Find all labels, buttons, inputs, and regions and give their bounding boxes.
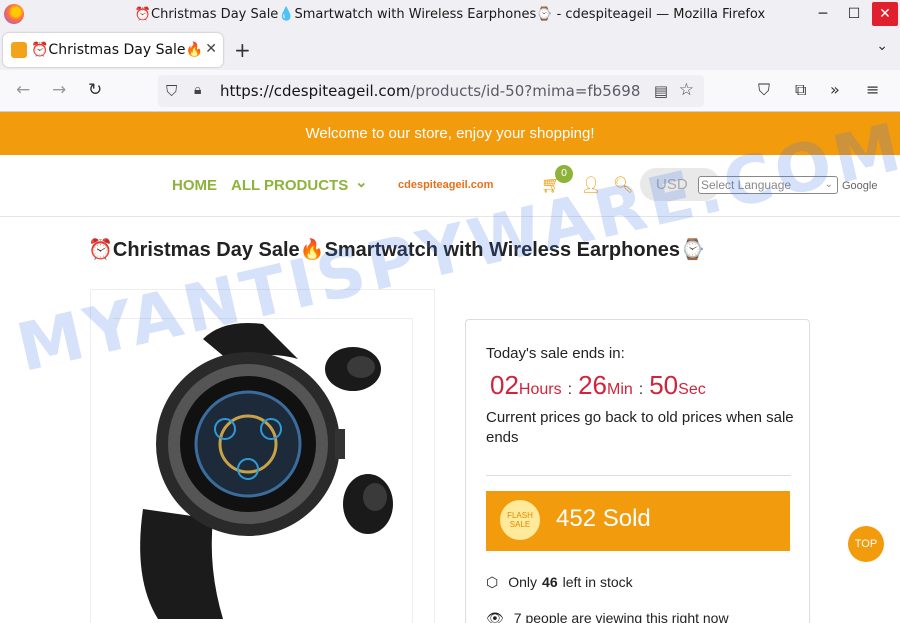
countdown-hours-unit: Hours — [518, 381, 562, 398]
viewers-text: 7 people are viewing this right now — [513, 610, 729, 623]
chevron-down-icon[interactable]: ⌄ — [355, 173, 368, 191]
sold-count-label: Sold — [602, 505, 651, 532]
overflow-menu-icon[interactable]: » — [830, 80, 840, 99]
new-tab-button[interactable]: + — [234, 38, 251, 62]
nav-home-link[interactable]: HOME — [172, 177, 217, 194]
url-bar[interactable]: ⛉ 🔒︎ https://cdespiteageil.com/products/… — [158, 75, 704, 107]
cart-count-badge: 0 — [555, 165, 573, 183]
countdown-separator: : — [638, 381, 644, 398]
stock-count: 46 — [542, 574, 558, 590]
sold-count-text: 452 Sold — [556, 505, 651, 533]
reader-view-icon[interactable]: ▤ — [654, 82, 668, 100]
tab-list-button[interactable]: ⌄ — [876, 38, 888, 54]
countdown-minutes: 26 — [578, 370, 607, 400]
pocket-icon[interactable]: ⛉ — [758, 80, 770, 100]
product-title: ⏰Christmas Day Sale🔥Smartwatch with Wire… — [88, 239, 705, 261]
countdown-separator: : — [567, 381, 573, 398]
nav-all-products-link[interactable]: ALL PRODUCTS — [231, 177, 348, 194]
stock-indicator: ⬡ Only 46 left in stock — [486, 574, 633, 591]
back-button[interactable]: ← — [16, 80, 30, 100]
hamburger-menu-icon[interactable]: ≡ — [866, 80, 879, 99]
box-icon: ⬡ — [486, 574, 499, 590]
divider — [486, 475, 791, 476]
window-title: ⏰Christmas Day Sale💧Smartwatch with Wire… — [134, 7, 766, 22]
language-select-label: Select Language — [701, 178, 792, 192]
active-tab[interactable]: ⏰Christmas Day Sale🔥S ✕ — [3, 33, 223, 67]
countdown-hours: 02 — [490, 370, 519, 400]
extensions-icon[interactable]: ⧉ — [795, 80, 806, 100]
navigation-bar: ← → ↻ ⛉ 🔒︎ https://cdespiteageil.com/pro… — [0, 70, 900, 112]
stock-suffix: left in stock — [562, 574, 633, 590]
back-to-top-button[interactable]: TOP — [848, 526, 884, 562]
countdown-seconds-unit: Sec — [678, 381, 706, 398]
window-titlebar: ⏰Christmas Day Sale💧Smartwatch with Wire… — [0, 0, 900, 30]
url-text[interactable]: https://cdespiteageil.com/products/id-50… — [220, 82, 640, 100]
viewers-indicator: 👁︎ 7 people are viewing this right now — [486, 610, 729, 623]
product-gallery[interactable] — [90, 289, 435, 623]
bookmark-star-icon[interactable]: ☆ — [679, 80, 694, 100]
tab-close-icon[interactable]: ✕ — [201, 41, 217, 57]
stock-prefix: Only — [508, 574, 538, 590]
google-translate-logo: Google — [842, 180, 878, 192]
forward-button[interactable]: → — [52, 80, 66, 100]
minimize-button[interactable]: ─ — [810, 2, 836, 26]
tab-favicon-icon — [11, 42, 27, 58]
sale-info-box: Today's sale ends in: 02Hours:26Min:50Se… — [465, 319, 810, 623]
brand-logo[interactable]: cdespiteageil.com — [398, 179, 493, 191]
tab-label: ⏰Christmas Day Sale🔥S — [31, 42, 212, 58]
sold-count-number: 452 — [556, 505, 597, 532]
maximize-button[interactable]: ☐ — [841, 2, 867, 26]
sale-ends-label: Today's sale ends in: — [486, 345, 625, 362]
price-reset-note: Current prices go back to old prices whe… — [486, 409, 794, 446]
countdown-timer: 02Hours:26Min:50Sec — [490, 370, 706, 401]
account-icon[interactable]: 👤︎ — [581, 175, 601, 194]
product-image-frame — [113, 318, 413, 623]
reload-button[interactable]: ↻ — [88, 80, 102, 100]
select-arrow-icon: ⌄ — [824, 179, 833, 190]
countdown-minutes-unit: Min — [606, 381, 633, 398]
smartwatch-image — [140, 323, 393, 619]
flash-sale-badge: FLASH SALE — [500, 500, 540, 540]
lock-icon[interactable]: 🔒︎ — [194, 82, 201, 98]
tab-bar: ⏰Christmas Day Sale🔥S ✕ + ⌄ — [0, 30, 900, 70]
eye-icon: 👁︎ — [486, 610, 504, 623]
countdown-seconds: 50 — [649, 370, 679, 400]
site-header: HOME ALL PRODUCTS ⌄ cdespiteageil.com 🛒︎… — [0, 155, 900, 217]
search-icon[interactable]: 🔍︎ — [613, 175, 633, 194]
page-content: Welcome to our store, enjoy your shoppin… — [0, 112, 900, 623]
sold-count-banner: FLASH SALE 452 Sold — [486, 491, 790, 551]
announcement-bar: Welcome to our store, enjoy your shoppin… — [0, 112, 900, 155]
language-select[interactable]: Select Language ⌄ — [698, 176, 838, 194]
close-window-button[interactable]: ✕ — [872, 2, 898, 26]
tracking-shield-icon[interactable]: ⛉ — [166, 82, 177, 100]
